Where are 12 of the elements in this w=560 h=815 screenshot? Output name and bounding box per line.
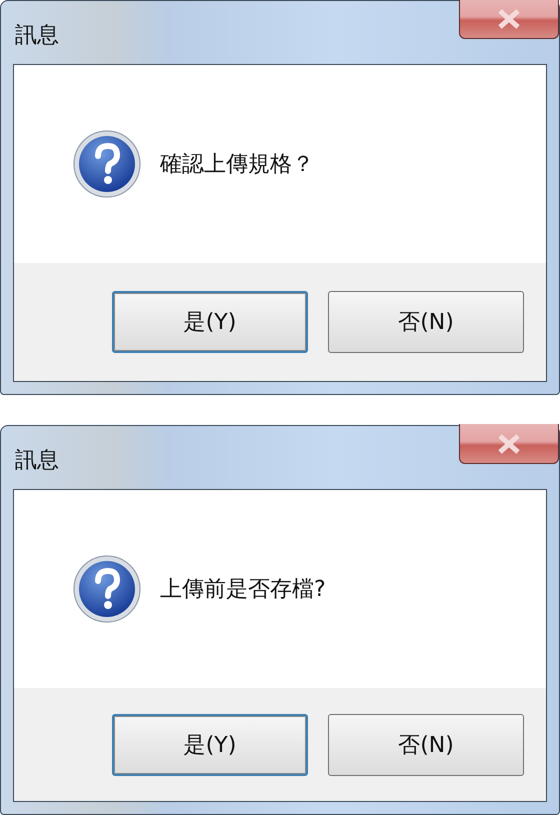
message-text: 上傳前是否存檔?: [160, 576, 326, 604]
close-button[interactable]: [459, 424, 559, 464]
close-button[interactable]: [459, 0, 559, 39]
window-title: 訊息: [15, 446, 59, 474]
dialog-button[interactable]: 否(N): [328, 714, 524, 776]
message-text: 確認上傳規格？: [160, 151, 314, 179]
dialog-button[interactable]: 是(Y): [112, 714, 308, 776]
dialog-button[interactable]: 是(Y): [112, 291, 308, 353]
dialog-button[interactable]: 否(N): [328, 291, 524, 353]
window-title: 訊息: [15, 22, 59, 50]
question-icon: [72, 129, 142, 199]
question-icon: [72, 554, 142, 624]
